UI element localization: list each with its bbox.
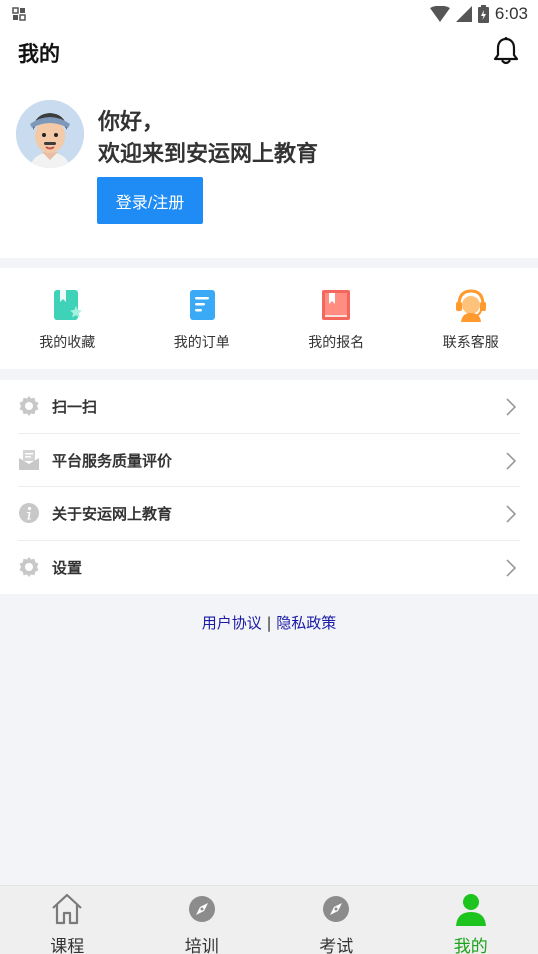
registration-book-icon <box>322 290 351 320</box>
battery-icon <box>477 5 489 23</box>
tab-mine[interactable]: 我的 <box>404 886 538 954</box>
user-agreement-link[interactable]: 用户协议 <box>202 614 262 632</box>
menu-item-about[interactable]: 关于安运网上教育 <box>18 487 520 541</box>
quick-action-favorites[interactable]: 我的收藏 <box>0 268 135 369</box>
footer-links: 用户协议 | 隐私政策 <box>0 612 538 633</box>
compass-icon <box>323 896 350 922</box>
order-document-icon <box>189 290 215 320</box>
quick-action-label: 联系客服 <box>442 335 499 351</box>
quick-action-label: 我的订单 <box>173 335 230 351</box>
quick-action-orders[interactable]: 我的订单 <box>135 268 270 369</box>
menu-item-label: 平台服务质量评价 <box>52 451 173 470</box>
quick-action-customer-service[interactable]: 联系客服 <box>404 268 538 369</box>
menu-item-label: 扫一扫 <box>52 398 98 416</box>
status-bar: 6:03 <box>0 0 538 28</box>
chevron-right-icon <box>506 505 516 523</box>
menu-item-service-evaluation[interactable]: 平台服务质量评价 <box>18 434 520 487</box>
info-icon <box>19 503 39 523</box>
bookmark-icon <box>54 290 83 320</box>
menu-item-settings[interactable]: 设置 <box>18 541 520 595</box>
avatar-illustration-icon <box>16 100 84 168</box>
quick-action-label: 我的收藏 <box>39 335 96 351</box>
chevron-right-icon <box>506 558 516 577</box>
home-icon <box>52 893 82 925</box>
menu-list: 扫一扫 平台服务质量评价 关于安运网上教育 设置 <box>0 380 538 594</box>
chevron-right-icon <box>506 398 516 416</box>
page-title: 我的 <box>18 42 60 66</box>
tab-label: 课程 <box>50 937 85 954</box>
welcome-text: 欢迎来到安运网上教育 <box>98 142 319 167</box>
quick-action-label: 我的报名 <box>308 335 365 351</box>
compass-icon <box>188 896 215 922</box>
greeting-text: 你好， <box>98 110 165 135</box>
bell-icon[interactable] <box>492 36 520 66</box>
bottom-tab-bar: 课程 培训 考试 我的 <box>0 885 538 954</box>
tab-label: 我的 <box>453 937 488 954</box>
menu-item-label: 关于安运网上教育 <box>52 505 173 523</box>
chevron-right-icon <box>506 451 516 470</box>
wifi-icon <box>429 6 450 22</box>
gear-icon <box>19 396 39 416</box>
profile-card: 你好， 欢迎来到安运网上教育 登录/注册 <box>0 78 538 258</box>
menu-item-label: 设置 <box>52 558 83 577</box>
tab-exam[interactable]: 考试 <box>269 886 404 954</box>
mail-icon <box>19 449 39 470</box>
customer-service-icon <box>455 289 486 322</box>
login-register-button[interactable]: 登录/注册 <box>97 177 203 224</box>
tab-training[interactable]: 培训 <box>135 886 270 954</box>
menu-item-scan[interactable]: 扫一扫 <box>18 380 520 434</box>
avatar[interactable] <box>16 100 84 168</box>
tab-label: 考试 <box>319 937 354 954</box>
privacy-policy-link[interactable]: 隐私政策 <box>276 614 336 632</box>
cell-signal-icon <box>455 6 472 22</box>
tab-courses[interactable]: 课程 <box>0 886 135 954</box>
person-icon <box>455 894 486 926</box>
gear-icon <box>19 556 39 577</box>
status-icons: 6:03 <box>429 3 528 25</box>
quick-action-registration[interactable]: 我的报名 <box>269 268 404 369</box>
status-time: 6:03 <box>494 4 528 23</box>
link-separator: | <box>261 614 277 632</box>
tab-label: 培训 <box>184 937 219 954</box>
notification-app-icon <box>12 7 26 21</box>
app-bar: 我的 <box>0 28 538 78</box>
quick-actions: 我的收藏 我的订单 我的报名 联系客服 <box>0 268 538 369</box>
